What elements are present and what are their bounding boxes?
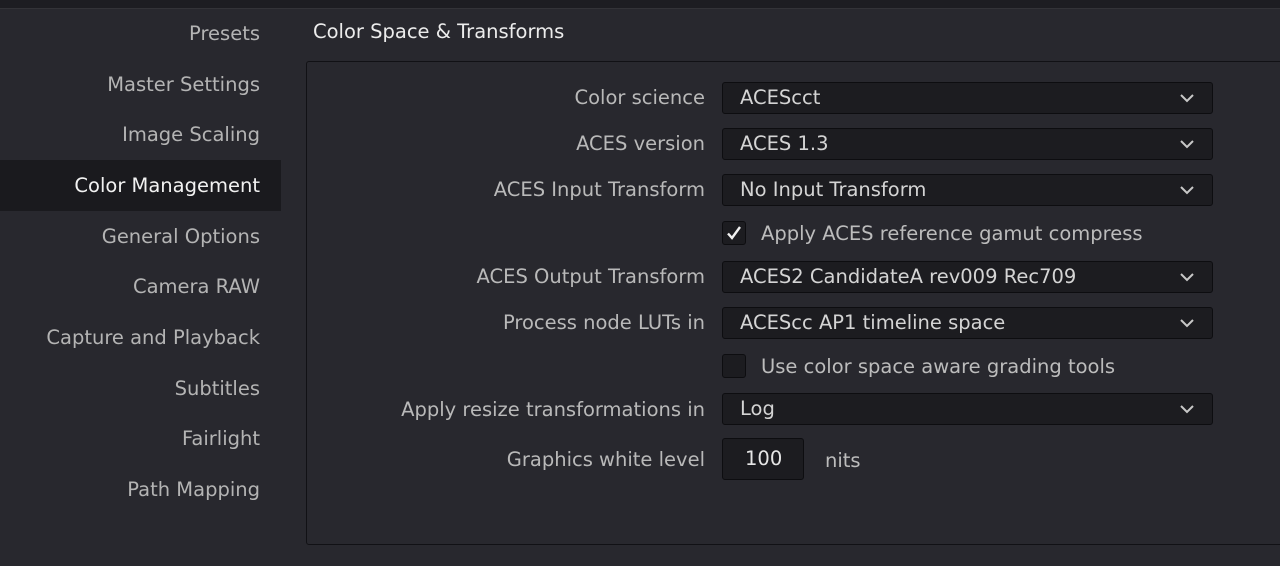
aces-output-transform-label: ACES Output Transform bbox=[476, 265, 705, 288]
chevron-down-icon bbox=[1180, 405, 1194, 414]
checkmark-icon bbox=[727, 226, 741, 240]
aces-output-transform-dropdown[interactable]: ACES2 CandidateA rev009 Rec709 bbox=[722, 261, 1213, 293]
graphics-white-level-label: Graphics white level bbox=[506, 448, 705, 471]
chevron-down-icon bbox=[1180, 94, 1194, 103]
project-settings-window: Presets Master Settings Image Scaling Co… bbox=[0, 0, 1280, 566]
aces-input-transform-value: No Input Transform bbox=[740, 178, 927, 201]
chevron-down-icon bbox=[1180, 186, 1194, 195]
sidebar-item-path-mapping[interactable]: Path Mapping bbox=[0, 464, 281, 515]
color-space-aware-label: Use color space aware grading tools bbox=[761, 355, 1116, 378]
chevron-down-icon bbox=[1180, 273, 1194, 282]
color-science-dropdown[interactable]: ACEScct bbox=[722, 82, 1213, 114]
sidebar-item-master-settings[interactable]: Master Settings bbox=[0, 59, 281, 110]
sidebar-item-image-scaling[interactable]: Image Scaling bbox=[0, 109, 281, 160]
resize-transformations-dropdown[interactable]: Log bbox=[722, 393, 1213, 425]
sidebar-item-subtitles[interactable]: Subtitles bbox=[0, 363, 281, 414]
sidebar-item-camera-raw[interactable]: Camera RAW bbox=[0, 261, 281, 312]
sidebar-item-color-management[interactable]: Color Management bbox=[0, 160, 281, 211]
color-science-label: Color science bbox=[574, 86, 705, 109]
gamut-compress-label: Apply ACES reference gamut compress bbox=[761, 222, 1143, 245]
aces-version-dropdown[interactable]: ACES 1.3 bbox=[722, 128, 1213, 160]
sidebar-item-presets[interactable]: Presets bbox=[0, 8, 281, 59]
settings-sidebar: Presets Master Settings Image Scaling Co… bbox=[0, 8, 281, 566]
aces-output-transform-value: ACES2 CandidateA rev009 Rec709 bbox=[740, 265, 1077, 288]
graphics-white-level-unit: nits bbox=[825, 449, 861, 472]
sidebar-item-capture-and-playback[interactable]: Capture and Playback bbox=[0, 312, 281, 363]
process-node-luts-dropdown[interactable]: ACEScc AP1 timeline space bbox=[722, 307, 1213, 339]
process-node-luts-value: ACEScc AP1 timeline space bbox=[740, 311, 1006, 334]
resize-transformations-value: Log bbox=[740, 397, 775, 420]
gamut-compress-checkbox[interactable] bbox=[722, 221, 746, 245]
sidebar-item-general-options[interactable]: General Options bbox=[0, 211, 281, 262]
aces-version-label: ACES version bbox=[576, 132, 705, 155]
chevron-down-icon bbox=[1180, 140, 1194, 149]
section-title: Color Space & Transforms bbox=[313, 20, 565, 43]
resize-transformations-label: Apply resize transformations in bbox=[401, 398, 705, 421]
color-science-value: ACEScct bbox=[740, 86, 821, 109]
aces-version-value: ACES 1.3 bbox=[740, 132, 829, 155]
aces-input-transform-dropdown[interactable]: No Input Transform bbox=[722, 174, 1213, 206]
color-space-aware-checkbox[interactable] bbox=[722, 354, 746, 378]
chevron-down-icon bbox=[1180, 319, 1194, 328]
aces-input-transform-label: ACES Input Transform bbox=[493, 178, 705, 201]
sidebar-item-fairlight[interactable]: Fairlight bbox=[0, 413, 281, 464]
process-node-luts-label: Process node LUTs in bbox=[502, 311, 705, 334]
graphics-white-level-input[interactable]: 100 bbox=[722, 438, 804, 480]
